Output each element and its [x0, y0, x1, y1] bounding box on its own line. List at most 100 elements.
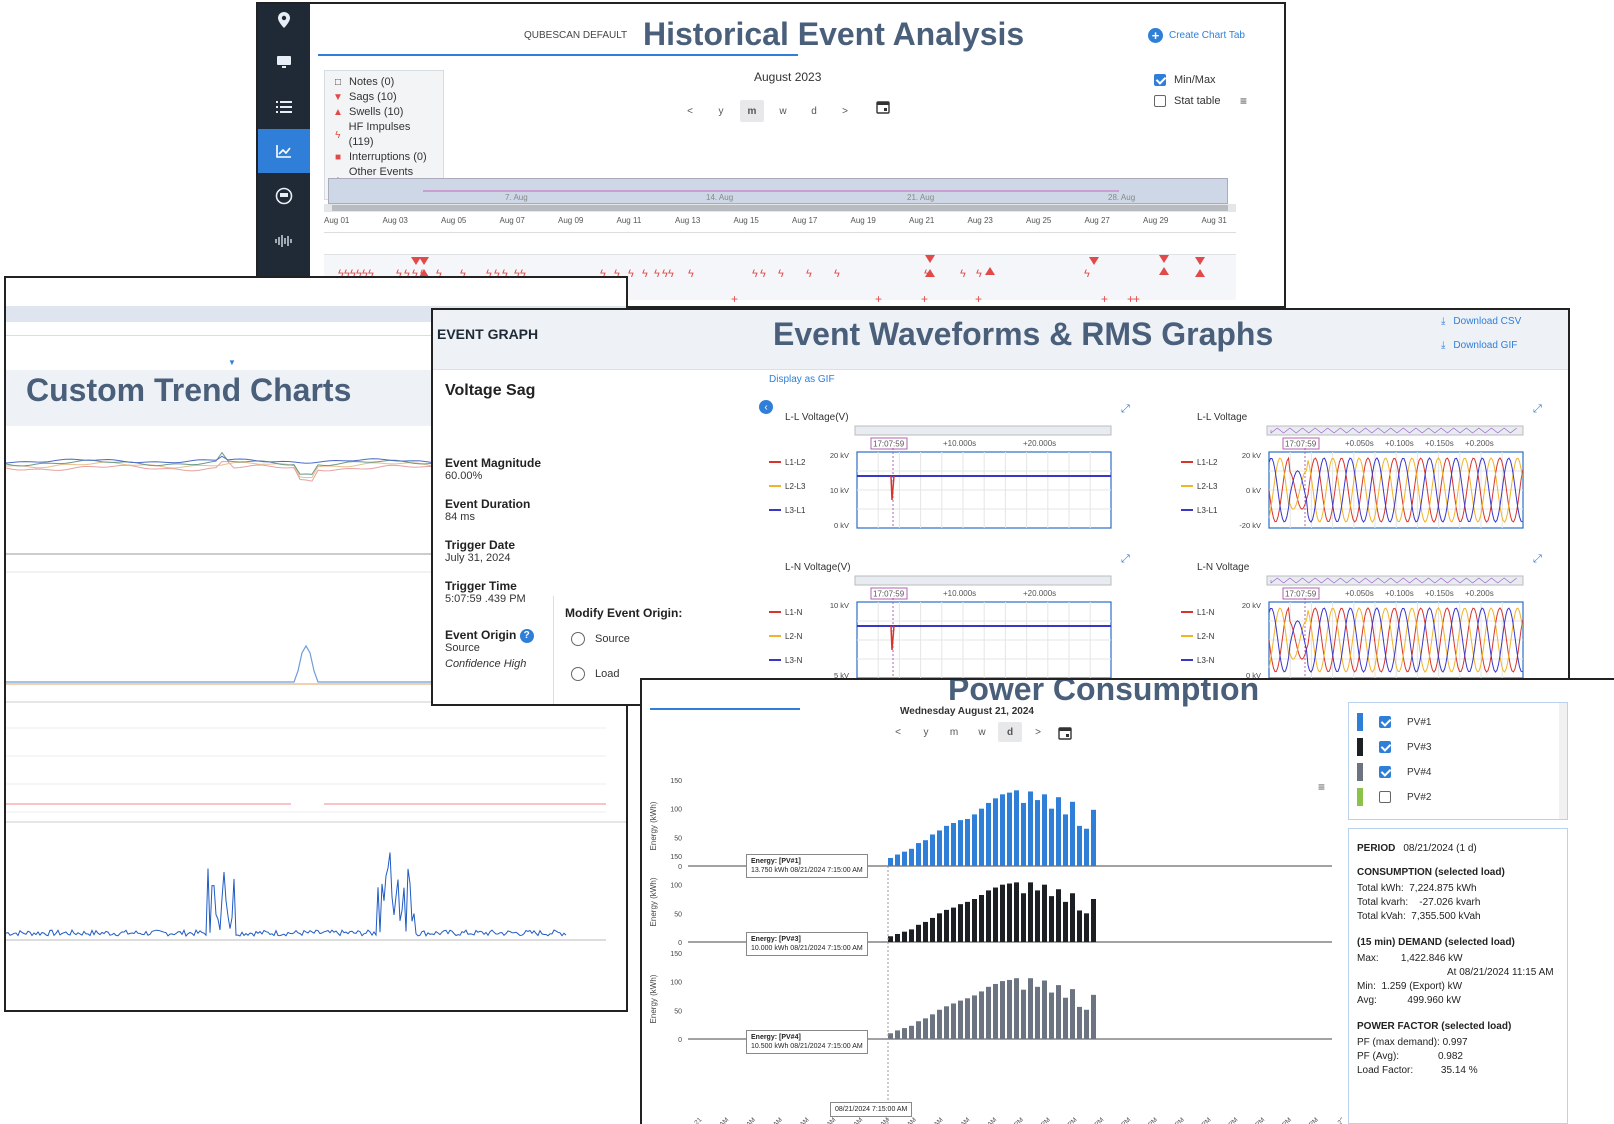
other-event-marker[interactable]: + — [921, 292, 928, 306]
hf-impulse-marker[interactable]: ϟ — [806, 268, 812, 280]
hf-impulse-marker[interactable]: ϟ — [960, 268, 966, 280]
energy-bar[interactable] — [972, 899, 977, 942]
power-nav-button-5[interactable]: > — [1026, 722, 1050, 742]
legend-item[interactable]: ▲ Swells (10) — [333, 105, 435, 120]
nav-button-0[interactable]: < — [678, 100, 702, 122]
waveform-icon[interactable] — [258, 219, 310, 263]
scrollbar-thumb[interactable] — [332, 205, 1228, 211]
energy-bar[interactable] — [1084, 913, 1089, 942]
power-nav-button-4[interactable]: d — [998, 722, 1022, 742]
navigator-scrollbar[interactable] — [324, 204, 1236, 212]
chart-icon[interactable] — [258, 129, 310, 173]
hf-impulse-marker[interactable]: ϟ — [834, 268, 840, 280]
download-gif-button[interactable]: ⤓ Download GIF — [1441, 340, 1517, 351]
energy-bar[interactable] — [1063, 901, 1068, 942]
energy-bar[interactable] — [979, 808, 984, 866]
energy-bar[interactable] — [1091, 994, 1096, 1039]
energy-bar[interactable] — [1035, 890, 1040, 942]
energy-bar[interactable] — [916, 924, 921, 942]
energy-bar[interactable] — [1049, 896, 1054, 942]
energy-bar[interactable] — [1021, 989, 1026, 1039]
energy-bar[interactable] — [951, 1003, 956, 1039]
other-event-marker[interactable]: + — [731, 292, 738, 306]
other-event-marker[interactable]: + — [1101, 292, 1108, 306]
energy-bar[interactable] — [1021, 802, 1026, 866]
chart-navigator[interactable] — [854, 425, 1112, 436]
energy-bar[interactable] — [972, 814, 977, 866]
power-nav-button-3[interactable]: w — [970, 722, 994, 742]
energy-bar[interactable] — [1070, 801, 1075, 866]
swell-marker[interactable] — [985, 267, 995, 275]
energy-bar[interactable] — [1063, 814, 1068, 866]
energy-bar[interactable] — [909, 1025, 914, 1039]
energy-bar[interactable] — [1035, 986, 1040, 1039]
energy-bar[interactable] — [1049, 808, 1054, 866]
energy-bar[interactable] — [930, 917, 935, 942]
hf-impulse-marker[interactable]: ϟ — [760, 268, 766, 280]
legend-item[interactable]: ▼ Sags (10) — [333, 90, 435, 105]
legend-item[interactable]: □ Notes (0) — [333, 75, 435, 90]
hf-impulse-marker[interactable]: ϟ — [668, 268, 674, 280]
hf-impulse-marker[interactable]: ϟ — [778, 268, 784, 280]
nav-button-4[interactable]: d — [802, 100, 826, 122]
load-item[interactable]: PV#3 — [1357, 738, 1431, 756]
energy-bar[interactable] — [937, 1009, 942, 1039]
fullscreen-icon[interactable]: ⤢ — [1121, 553, 1130, 565]
nav-button-1[interactable]: y — [709, 100, 733, 122]
energy-bar[interactable] — [979, 991, 984, 1039]
energy-bar[interactable] — [930, 1014, 935, 1039]
other-event-marker[interactable]: + — [975, 292, 982, 306]
energy-bar[interactable] — [1042, 884, 1047, 942]
energy-bar[interactable] — [958, 904, 963, 942]
energy-bar[interactable] — [1077, 1006, 1082, 1039]
energy-bar[interactable] — [993, 983, 998, 1039]
fullscreen-icon[interactable]: ⤢ — [1533, 553, 1542, 565]
monitor-icon[interactable] — [258, 40, 310, 84]
energy-bar[interactable] — [1014, 882, 1019, 942]
energy-bar[interactable] — [909, 929, 914, 942]
hf-impulse-marker[interactable]: ϟ — [654, 268, 660, 280]
energy-bar[interactable] — [1042, 980, 1047, 1039]
energy-bar[interactable] — [1091, 899, 1096, 942]
load-list-scrollbar[interactable] — [1559, 703, 1567, 819]
load-checkbox[interactable] — [1379, 716, 1391, 728]
energy-bar[interactable] — [916, 843, 921, 866]
energy-bar[interactable] — [1028, 978, 1033, 1039]
energy-bar[interactable] — [1070, 893, 1075, 942]
hf-impulse-marker[interactable]: ϟ — [642, 268, 648, 280]
energy-bar[interactable] — [909, 848, 914, 866]
energy-bar[interactable] — [895, 933, 900, 942]
energy-bar[interactable] — [1007, 792, 1012, 866]
energy-bar[interactable] — [944, 909, 949, 942]
hf-impulse-marker[interactable]: ϟ — [752, 268, 758, 280]
energy-bar[interactable] — [965, 901, 970, 942]
energy-bar[interactable] — [1056, 985, 1061, 1039]
energy-bar[interactable] — [944, 825, 949, 866]
energy-bar[interactable] — [888, 936, 893, 942]
energy-bar[interactable] — [1007, 883, 1012, 942]
power-nav-button-2[interactable]: m — [942, 722, 966, 742]
energy-bar[interactable] — [1014, 978, 1019, 1039]
help-icon[interactable]: ? — [519, 628, 534, 643]
energy-bar[interactable] — [937, 830, 942, 866]
calendar-icon[interactable] — [876, 100, 890, 114]
energy-bar[interactable] — [937, 913, 942, 942]
hf-impulse-marker[interactable]: ϟ — [1084, 268, 1090, 280]
chart-navigator[interactable] — [854, 575, 1112, 586]
download-csv-button[interactable]: ⤓ Download CSV — [1441, 316, 1521, 327]
energy-bar[interactable] — [1077, 825, 1082, 866]
sag-marker[interactable] — [411, 257, 421, 265]
energy-bar[interactable] — [1084, 828, 1089, 866]
energy-bar[interactable] — [993, 798, 998, 866]
load-checkbox[interactable] — [1379, 791, 1391, 803]
energy-bar[interactable] — [944, 1006, 949, 1039]
energy-bar[interactable] — [1000, 981, 1005, 1039]
energy-bar[interactable] — [986, 986, 991, 1039]
energy-bar[interactable] — [888, 1033, 893, 1039]
sag-marker[interactable] — [1159, 255, 1169, 263]
load-checkbox[interactable] — [1379, 766, 1391, 778]
energy-bar[interactable] — [1028, 791, 1033, 866]
energy-bar[interactable] — [930, 834, 935, 866]
stat-table-option[interactable]: Stat table — [1154, 95, 1220, 107]
energy-bar[interactable] — [1070, 989, 1075, 1039]
